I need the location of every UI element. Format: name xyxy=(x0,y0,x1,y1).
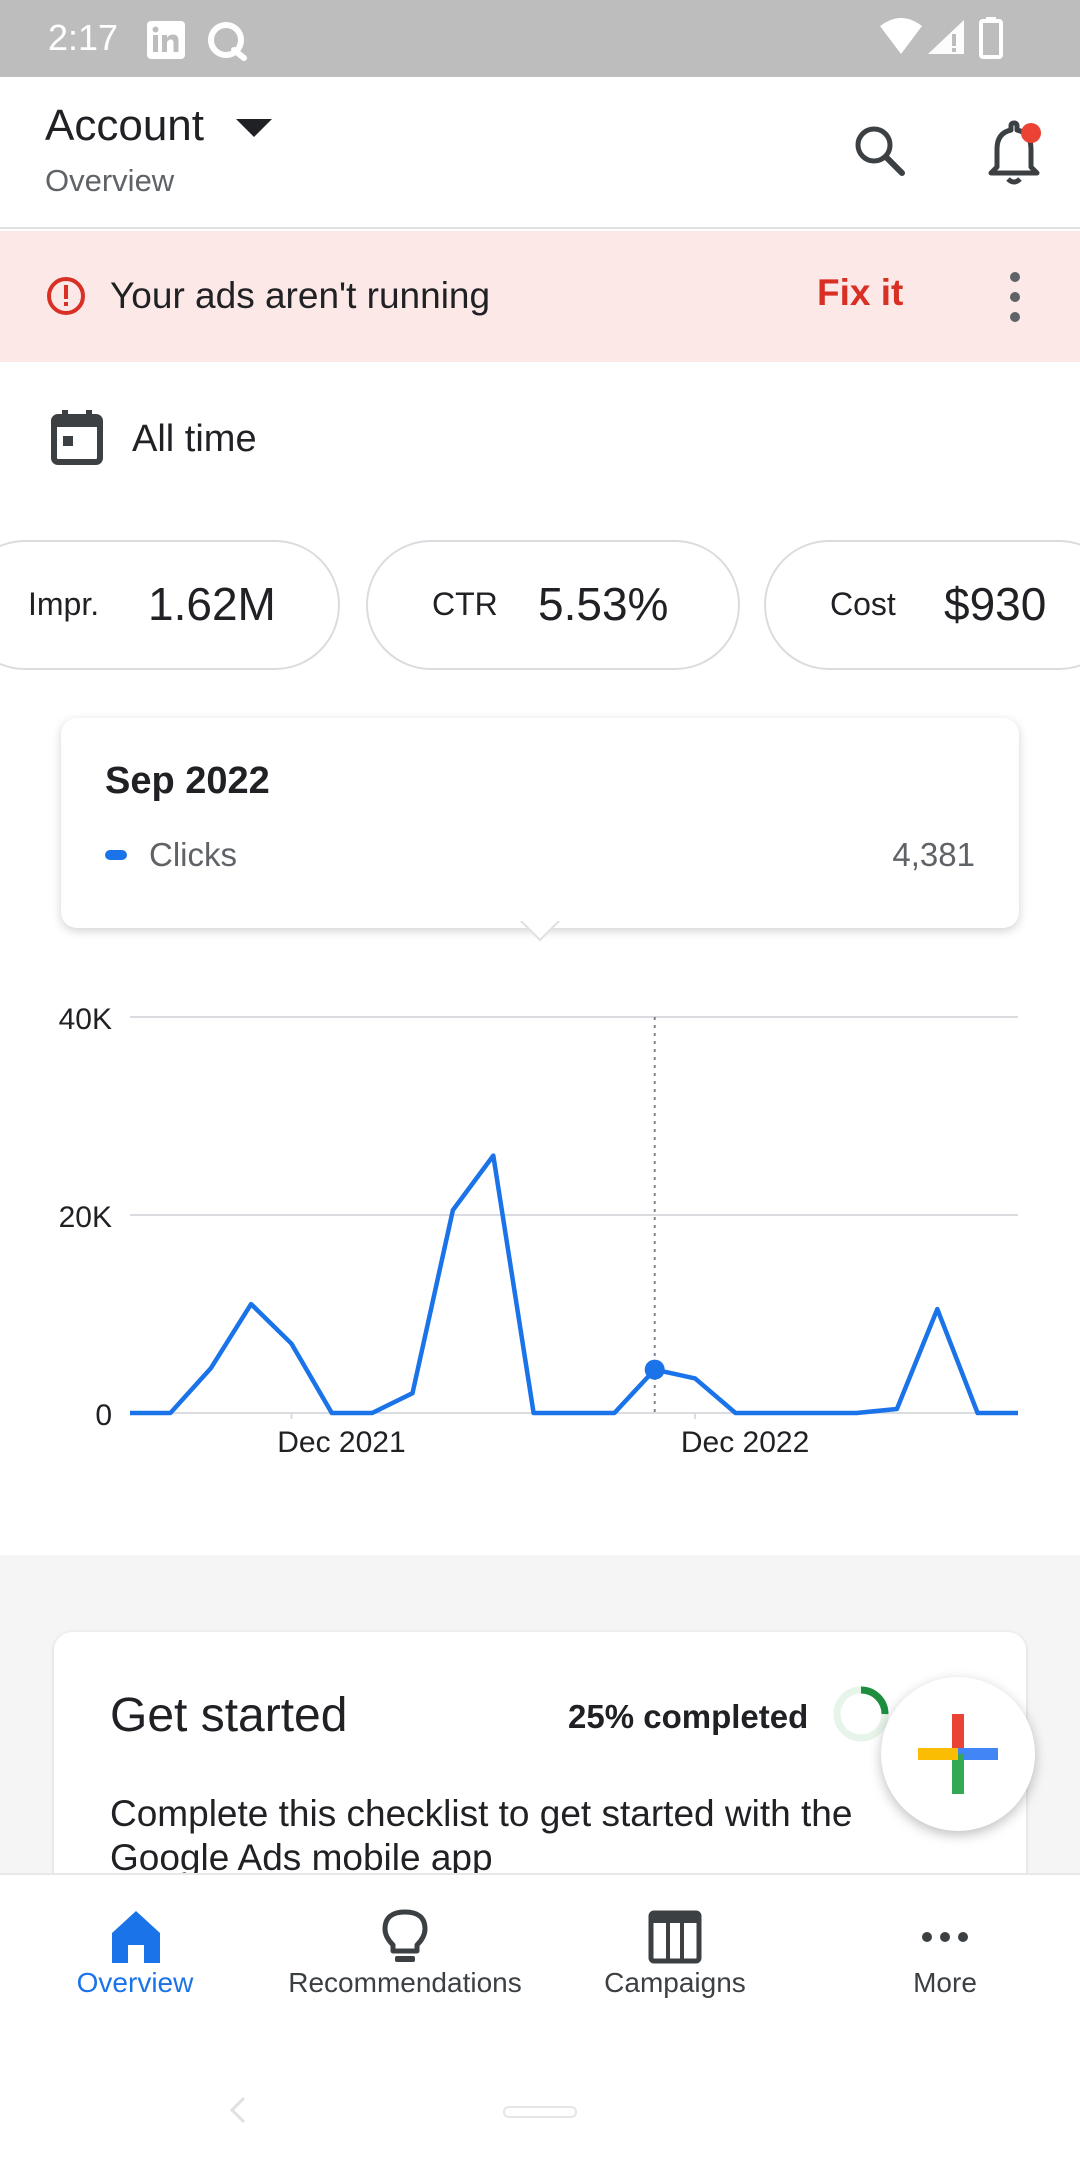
bottom-navigation: Overview Recommendations Campaigns More xyxy=(0,1873,1080,2013)
home-pill[interactable] xyxy=(502,2105,578,2119)
nav-label: Campaigns xyxy=(604,1967,746,1998)
metric-label: Impr. xyxy=(28,586,100,622)
x-tick-label: Dec 2021 xyxy=(277,1426,405,1459)
y-tick-label: 20K xyxy=(59,1201,112,1234)
nav-label: Recommendations xyxy=(288,1967,522,1998)
tooltip-period: Sep 2022 xyxy=(105,760,270,802)
signal-icon xyxy=(926,16,966,63)
metric-label: Cost xyxy=(830,586,896,622)
search-icon xyxy=(855,126,905,176)
ads-not-running-banner: Your ads aren't running Fix it xyxy=(0,231,1080,362)
linkedin-icon xyxy=(146,20,186,65)
plus-icon xyxy=(918,1714,998,1794)
create-button[interactable] xyxy=(881,1677,1035,1831)
error-icon xyxy=(46,276,86,321)
nav-label: More xyxy=(913,1967,977,1998)
get-started-progress-text: 25% completed xyxy=(568,1698,809,1735)
campaigns-icon xyxy=(648,1910,702,1964)
metric-label: CTR xyxy=(432,586,498,622)
chevron-down-icon xyxy=(236,119,272,144)
progress-ring xyxy=(833,1686,889,1742)
date-range-label: All time xyxy=(132,418,257,460)
wifi-icon xyxy=(878,16,924,63)
calendar-icon xyxy=(50,408,104,471)
highlighted-point xyxy=(644,1359,665,1380)
metric-chip-ctr[interactable]: CTR 5.53% xyxy=(366,540,740,670)
fix-it-button[interactable]: Fix it xyxy=(817,272,903,314)
bell-icon xyxy=(988,120,1041,185)
metric-value: $930 xyxy=(944,578,1047,630)
y-tick-label: 40K xyxy=(59,1003,112,1036)
date-range-selector[interactable]: All time xyxy=(0,362,1080,517)
status-bar: 2:17 xyxy=(0,0,1080,77)
metric-value: 1.62M xyxy=(148,578,276,630)
y-tick-label: 0 xyxy=(95,1399,112,1432)
chat-icon xyxy=(206,20,248,67)
tooltip-series-name: Clicks xyxy=(149,836,237,873)
account-subtitle: Overview xyxy=(45,163,175,198)
series-legend-swatch xyxy=(105,850,127,860)
chart-tooltip: Sep 2022 Clicks 4,381 xyxy=(61,718,1019,928)
nav-label: Overview xyxy=(76,1967,194,1998)
system-navigation-bar xyxy=(0,2013,1080,2160)
get-started-title: Get started xyxy=(110,1689,348,1742)
tooltip-value: 4,381 xyxy=(892,836,975,873)
nav-item-more[interactable]: More xyxy=(810,1875,1080,2015)
clicks-series-line xyxy=(130,1153,1018,1416)
notifications-button[interactable] xyxy=(983,117,1047,187)
tooltip-pointer xyxy=(520,918,560,942)
nav-item-recommendations[interactable]: Recommendations xyxy=(270,1875,540,2015)
metric-value: 5.53% xyxy=(538,578,669,630)
lightbulb-icon xyxy=(382,1909,428,1962)
nav-item-overview[interactable]: Overview xyxy=(0,1875,270,2015)
metric-chip-cost[interactable]: Cost $930 xyxy=(764,540,1080,670)
x-tick-label: Dec 2022 xyxy=(681,1426,809,1459)
metric-chip-impressions[interactable]: Impr. 1.62M xyxy=(0,540,340,670)
alert-message: Your ads aren't running xyxy=(110,275,491,316)
clicks-line-chart[interactable]: 0 20K 40K Dec 2021 Dec 2022 xyxy=(0,990,1080,1470)
back-icon[interactable] xyxy=(228,2095,248,2125)
get-started-description: Complete this checklist to get started w… xyxy=(110,1793,853,1878)
status-time: 2:17 xyxy=(48,17,119,58)
battery-icon xyxy=(978,16,1004,65)
home-icon xyxy=(112,1911,160,1963)
search-button[interactable] xyxy=(848,119,912,183)
nav-item-campaigns[interactable]: Campaigns xyxy=(540,1875,810,2015)
more-vert-icon xyxy=(1010,272,1020,322)
app-bar: Account Overview xyxy=(0,77,1080,229)
more-icon xyxy=(922,1932,968,1942)
account-title: Account xyxy=(45,101,204,150)
alert-overflow-button[interactable] xyxy=(1000,267,1030,327)
